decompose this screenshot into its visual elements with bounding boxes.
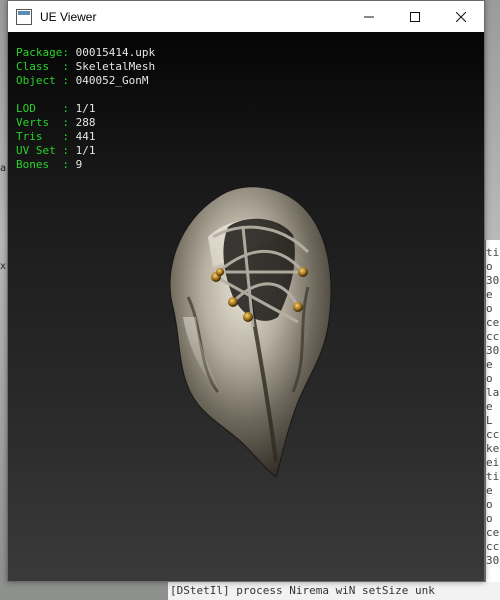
background-console-line: la	[486, 386, 500, 399]
minimize-button[interactable]	[346, 1, 392, 32]
info-row-verts: Verts : 288	[16, 116, 96, 129]
background-console-line: 30	[486, 554, 500, 567]
title-bar[interactable]: UE Viewer	[8, 1, 484, 32]
close-button[interactable]	[438, 1, 484, 32]
ue-viewer-window[interactable]: UE Viewer Package: 00015414.upk Class : …	[7, 0, 485, 582]
info-row-tris: Tris : 441	[16, 130, 96, 143]
background-console-line: 30	[486, 274, 500, 287]
info-row-class: Class : SkeletalMesh	[16, 60, 156, 73]
background-console-line: o	[486, 512, 493, 525]
background-console-line: ke	[486, 442, 500, 455]
background-console-line: e	[486, 400, 493, 413]
window-title: UE Viewer	[40, 9, 97, 24]
maximize-icon	[410, 11, 420, 22]
background-console-line: o	[486, 372, 493, 385]
background-console-line: o	[486, 302, 493, 315]
background-console-line: e	[486, 484, 493, 497]
info-row-lod: LOD : 1/1	[16, 102, 96, 115]
minimize-icon	[364, 16, 374, 17]
background-console-line: cc	[486, 428, 500, 441]
background-console-line: 30	[486, 344, 500, 357]
background-console-bottom-line: [DStetIl] process Nirema wiN setSize unk	[168, 582, 500, 600]
background-console-line: o	[486, 498, 493, 511]
background-console-text: ti o 30 e o ce cc 30 e o la e Lcc ke ei ti e o o ce cc 30	[486, 246, 500, 576]
background-console-line: ei	[486, 456, 500, 469]
mesh-info-panel: Package: 00015414.upk Class : SkeletalMe…	[16, 46, 155, 172]
close-icon	[456, 11, 466, 22]
maximize-button[interactable]	[392, 1, 438, 32]
background-console-line: o	[486, 260, 493, 273]
skeletal-mesh-render[interactable]	[158, 177, 338, 477]
3d-viewport[interactable]: Package: 00015414.upk Class : SkeletalMe…	[8, 32, 484, 581]
info-row-package: Package: 00015414.upk	[16, 46, 156, 59]
background-console-line: ti	[486, 246, 500, 259]
background-console-line: L	[486, 414, 493, 427]
info-row-object: Object : 040052_GonM	[16, 74, 149, 87]
background-console-line: cc	[486, 540, 500, 553]
background-console-line: cc	[486, 330, 500, 343]
background-console-line: e	[486, 358, 493, 371]
background-console-line: ti	[486, 470, 500, 483]
background-console-line: ce	[486, 316, 500, 329]
background-console-line: e	[486, 288, 493, 301]
background-console-line: ce	[486, 526, 500, 539]
app-window-icon	[16, 8, 32, 25]
info-row-uvset: UV Set : 1/1	[16, 144, 96, 157]
info-row-bones: Bones : 9	[16, 158, 83, 171]
